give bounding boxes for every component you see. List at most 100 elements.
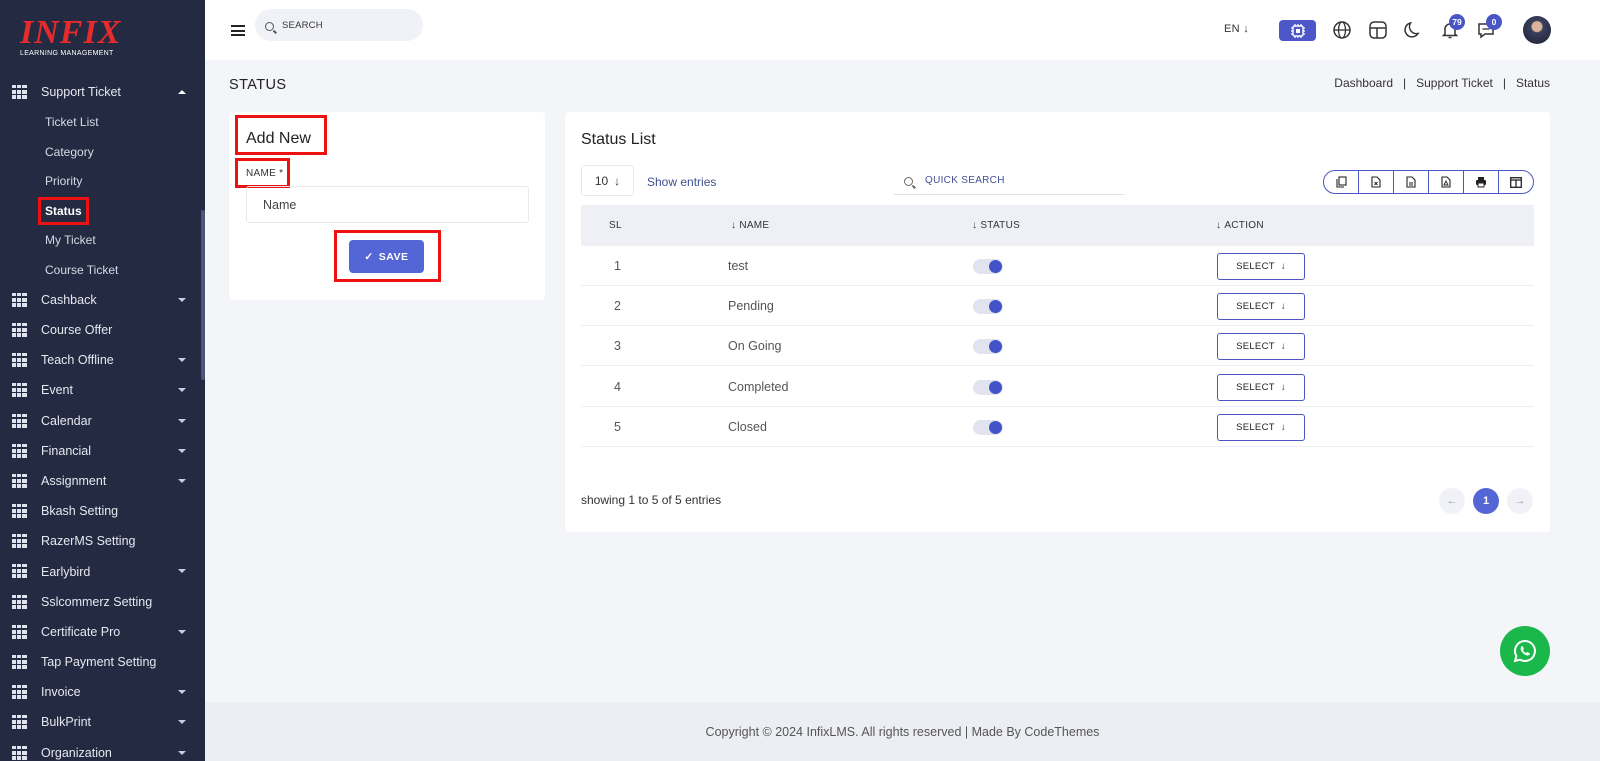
quick-search-input[interactable]: QUICK SEARCH [894,167,1124,195]
columns-button[interactable] [1499,171,1533,193]
global-search[interactable]: SEARCH [255,9,423,41]
hamburger-menu-icon[interactable] [231,25,245,36]
sidebar-item-bkash-setting[interactable]: Bkash Setting [0,496,205,526]
page-button-current[interactable]: 1 [1473,488,1499,514]
name-placeholder: Name [263,197,297,212]
column-header-sl[interactable]: SL [609,220,622,231]
column-header-action[interactable]: ↓ ACTION [1216,220,1264,231]
column-header-name[interactable]: ↓ NAME [731,220,769,231]
sidebar-item-earlybird[interactable]: Earlybird [0,556,205,586]
prev-page-button[interactable]: ← [1439,488,1465,514]
status-toggle[interactable] [973,299,1003,315]
select-action-button[interactable]: SELECT ↓ [1217,373,1305,401]
globe-icon[interactable] [1332,20,1352,40]
messages-badge: 0 [1486,14,1502,30]
sidebar-item-support-ticket[interactable]: Support Ticket [0,77,205,107]
sidebar-item-razerms-setting[interactable]: RazerMS Setting [0,526,205,556]
caret-down-icon [178,448,186,453]
sidebar-item-financial[interactable]: Financial [0,436,205,466]
sidebar-subitem-course-ticket[interactable]: Course Ticket [0,255,205,285]
sidebar-item-tap-payment-setting[interactable]: Tap Payment Setting [0,647,205,677]
select-label: SELECT [1236,261,1275,272]
excel-button[interactable] [1359,171,1394,193]
grid-icon [12,655,27,669]
avatar[interactable] [1523,16,1551,44]
select-action-button[interactable]: SELECT ↓ [1217,413,1305,441]
chip-button[interactable] [1279,20,1316,41]
save-button[interactable]: ✓ SAVE [349,240,424,273]
row-name: Closed [728,419,767,434]
breadcrumb-dashboard[interactable]: Dashboard [1334,76,1393,90]
breadcrumb-status: Status [1515,76,1550,90]
sidebar-subitem-ticket-list[interactable]: Ticket List [0,107,205,137]
sidebar-subitem-label: My Ticket [45,233,96,248]
breadcrumb-support-ticket[interactable]: Support Ticket [1416,76,1493,90]
status-list-heading: Status List [581,131,656,148]
sidebar-subitem-priority[interactable]: Priority [0,166,205,196]
logo-subtitle: LEARNING MANAGEMENT [20,50,114,57]
arrow-left-icon: ← [1446,495,1458,507]
sidebar-item-label: Teach Offline [41,353,114,368]
sidebar-subitem-label: Priority [45,174,83,189]
status-toggle[interactable] [973,339,1003,355]
table-header: SL ↓ NAME ↓ STATUS ↓ ACTION [581,205,1534,246]
search-icon [265,21,274,31]
grid-icon [12,594,27,609]
grid-icon [12,745,27,760]
topbar: SEARCH EN ↓ 79 0 [205,0,1600,60]
column-header-label: NAME [739,220,770,231]
status-toggle[interactable] [973,419,1003,435]
name-field[interactable]: Name [246,186,529,223]
showing-entries-text: showing 1 to 5 of 5 entries [581,493,722,507]
sidebar-item-label: Course Offer [41,323,113,338]
csv-button[interactable] [1394,171,1429,193]
sidebar-scrollbar[interactable] [201,210,205,380]
next-page-button[interactable]: → [1507,488,1533,514]
arrow-down-icon: ↓ [1280,381,1286,393]
arrow-down-icon: ↓ [1280,341,1286,353]
sidebar-item-invoice[interactable]: Invoice [0,677,205,707]
moon-icon[interactable] [1403,20,1423,40]
language-label: EN [1224,23,1240,35]
sidebar-item-event[interactable]: Event [0,375,205,405]
layout-icon[interactable] [1368,20,1388,40]
select-action-button[interactable]: SELECT ↓ [1217,253,1305,280]
sort-arrow-icon: ↓ [731,220,737,231]
sidebar-item-teach-offline[interactable]: Teach Offline [0,345,205,375]
status-toggle[interactable] [973,259,1003,274]
status-toggle[interactable] [973,379,1003,395]
sidebar-item-sslcommerz-setting[interactable]: Sslcommerz Setting [0,587,205,617]
table-row: 5 Closed SELECT ↓ [581,407,1534,447]
sidebar-item-calendar[interactable]: Calendar [0,406,205,436]
sidebar-item-organization[interactable]: Organization [0,738,205,761]
sidebar-subitem-my-ticket[interactable]: My Ticket [0,226,205,256]
sidebar-subitem-status[interactable]: Status [0,196,205,226]
logo[interactable]: INFIX LEARNING MANAGEMENT [20,16,121,58]
grid-icon [12,624,27,639]
caret-down-icon [178,388,186,393]
select-action-button[interactable]: SELECT ↓ [1217,293,1305,321]
print-button[interactable] [1464,171,1499,193]
sidebar-item-certificate-pro[interactable]: Certificate Pro [0,617,205,647]
row-sl: 2 [614,299,621,314]
caret-down-icon [178,690,186,695]
sidebar-item-assignment[interactable]: Assignment [0,466,205,496]
search-input[interactable]: SEARCH [282,20,323,31]
sidebar-item-cashback[interactable]: Cashback [0,285,205,315]
column-header-status[interactable]: ↓ STATUS [972,220,1020,231]
select-action-button[interactable]: SELECT ↓ [1217,333,1305,361]
whatsapp-button[interactable] [1500,626,1550,676]
sidebar-item-label: Sslcommerz Setting [41,594,153,609]
sidebar-subitem-category[interactable]: Category [0,137,205,167]
sidebar-item-course-offer[interactable]: Course Offer [0,315,205,345]
row-sl: 4 [614,379,621,394]
sidebar-item-bulkprint[interactable]: BulkPrint [0,707,205,737]
page-size-select[interactable]: 10 ↓ [581,165,634,196]
language-selector[interactable]: EN ↓ [1224,23,1249,35]
grid-icon [12,353,27,368]
select-label: SELECT [1236,301,1275,313]
status-list-card: Status List 10 ↓ Show entries QUICK SEARC… [565,112,1550,532]
copy-button[interactable] [1324,171,1359,193]
pdf-button[interactable] [1429,171,1464,193]
row-sl: 5 [614,419,621,434]
